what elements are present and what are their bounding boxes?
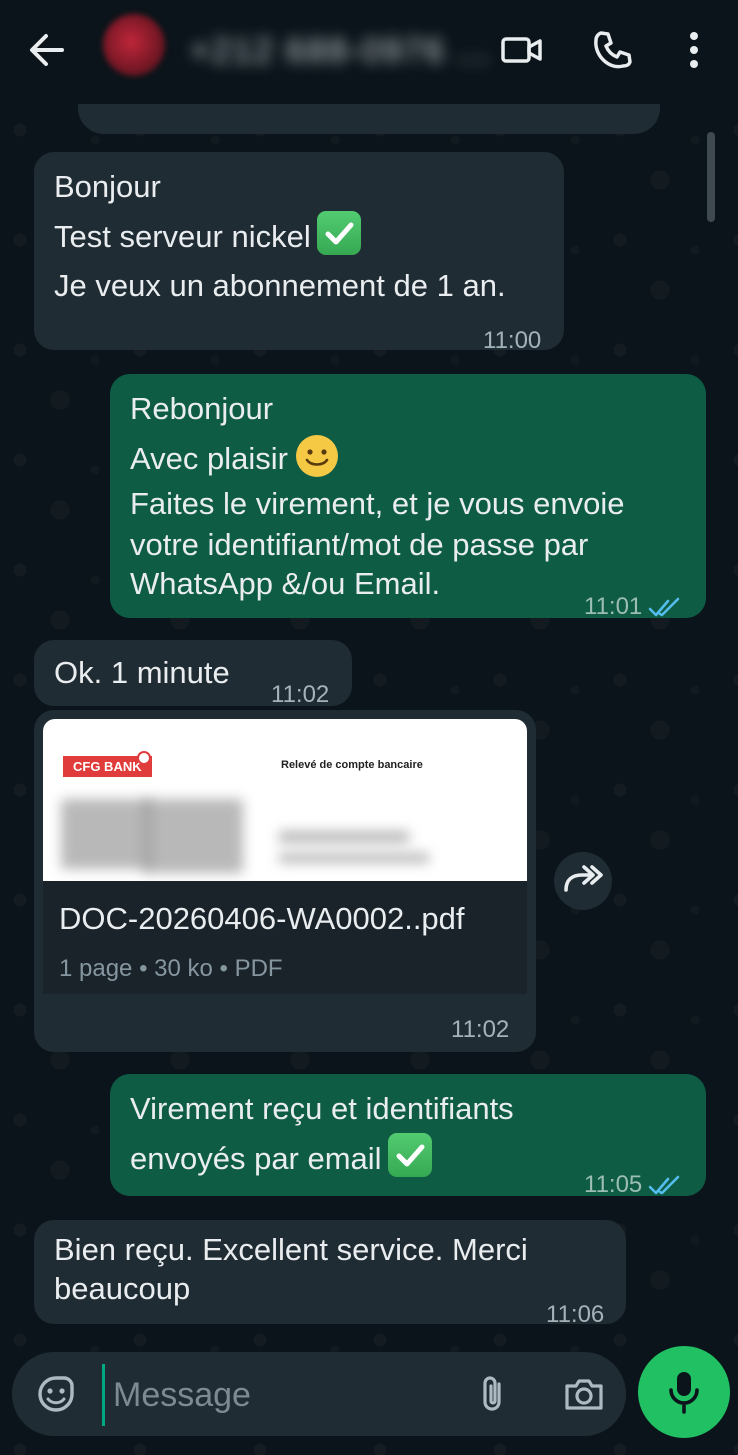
- more-options-icon[interactable]: [672, 28, 716, 72]
- scrollbar[interactable]: [707, 132, 715, 222]
- contact-name[interactable]: +212 688-0976 ...: [190, 32, 492, 71]
- bank-logo-mark: [137, 751, 151, 765]
- message-line: beaucoup: [54, 1271, 191, 1306]
- document-preview[interactable]: CFG BANK Relevé de compte bancaire: [43, 719, 527, 881]
- message-line: Test serveur nickel: [54, 211, 546, 261]
- message-line: Bien reçu. Excellent service. Merci: [54, 1232, 528, 1267]
- message-line: Je veux un abonnement de 1 an.: [54, 268, 506, 303]
- message-time: 11:05: [584, 1160, 682, 1209]
- message-time: 11:02: [451, 1016, 510, 1043]
- attach-clip-icon[interactable]: [470, 1372, 514, 1416]
- mic-button[interactable]: [638, 1346, 730, 1438]
- double-check-icon: [648, 597, 680, 616]
- message-line: Virement reçu et identifiants: [130, 1091, 514, 1126]
- message-time: 11:01: [584, 582, 682, 631]
- message-time: 11:00: [483, 327, 542, 354]
- double-check-icon: [648, 1175, 680, 1194]
- back-arrow-icon[interactable]: [26, 30, 66, 70]
- camera-icon[interactable]: [562, 1372, 606, 1416]
- blurred-content: [279, 853, 429, 863]
- document-filename: DOC-20260406-WA0002..pdf: [59, 901, 465, 936]
- blurred-content: [61, 799, 151, 869]
- mic-icon: [669, 1372, 699, 1414]
- voice-call-icon[interactable]: [592, 28, 636, 72]
- outgoing-message[interactable]: Virement reçu et identifiants envoyés pa…: [110, 1074, 706, 1198]
- forward-icon[interactable]: [554, 852, 612, 910]
- message-line: Rebonjour: [130, 391, 274, 426]
- blurred-content: [143, 799, 243, 873]
- incoming-message[interactable]: Bien reçu. Excellent service. Merci beau…: [34, 1220, 626, 1328]
- message-line: votre identifiant/mot de passe par: [130, 527, 589, 562]
- avatar[interactable]: [103, 14, 165, 76]
- blurred-content: [279, 831, 409, 843]
- document-meta: 1 page • 30 ko • PDF: [59, 955, 283, 982]
- chat-header: +212 688-0976 ...: [0, 0, 738, 104]
- document-heading: Relevé de compte bancaire: [281, 759, 423, 771]
- message-line: Faites le virement, et je vous envoie: [130, 486, 625, 521]
- message-line: Bonjour: [54, 169, 161, 204]
- incoming-message[interactable]: Bonjour Test serveur nickel Je veux un a…: [34, 152, 564, 354]
- smile-emoji: [295, 435, 338, 477]
- outgoing-message[interactable]: Rebonjour Avec plaisir Faites le viremen…: [110, 374, 706, 620]
- message-composer: [12, 1352, 626, 1436]
- previous-message-edge: [78, 104, 660, 134]
- sticker-icon[interactable]: [34, 1372, 78, 1416]
- message-line: Avec plaisir: [130, 433, 688, 483]
- message-time: 11:06: [546, 1301, 605, 1328]
- document-info[interactable]: DOC-20260406-WA0002..pdf 1 page • 30 ko …: [43, 881, 527, 994]
- incoming-message[interactable]: Ok. 1 minute 11:02: [34, 640, 352, 708]
- check-mark-emoji: [316, 211, 361, 255]
- video-call-icon[interactable]: [500, 28, 544, 72]
- check-mark-emoji: [387, 1133, 432, 1177]
- message-input[interactable]: [102, 1364, 455, 1426]
